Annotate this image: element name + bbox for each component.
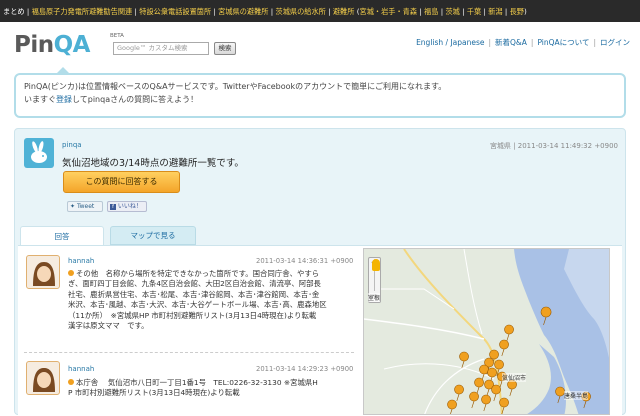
map-label-murone: 室根	[368, 293, 381, 302]
language-switch-link[interactable]: English / Japanese	[416, 38, 484, 47]
pinqa-logo[interactable]: PinQA	[14, 32, 90, 58]
search-input[interactable]: Google™ カスタム検索	[113, 42, 209, 55]
tab-answers[interactable]: 回答	[20, 226, 104, 246]
register-link[interactable]: 登録	[56, 95, 72, 104]
answer-author[interactable]: hannah	[68, 365, 94, 373]
answer-line: P 市町村別避難所リスト(3月13日4時現在)より転載	[68, 388, 240, 398]
answer-line: 米沢、本吉･風越、本吉･大沢、本吉･大谷ゲートボール場、本吉･高、鹿森地区	[68, 300, 327, 310]
avatar[interactable]	[26, 361, 60, 395]
link-ibaraki-water[interactable]: 茨城県の給水所	[276, 7, 326, 16]
map-pin-icon	[68, 379, 74, 385]
map-label-kesennuma: 気仙沼市	[502, 373, 527, 382]
link-miyagi-shelters[interactable]: 宮城県の避難所	[218, 7, 268, 16]
answer-timestamp: 2011-03-14 14:29:23 +0900	[256, 365, 354, 373]
intro-line-1: PinQA(ピンカ)は位置情報ベースのQ&Aサービスです。TwitterやFac…	[24, 82, 447, 91]
answer-line: 漢字は原文ママ です。	[68, 321, 149, 331]
rabbit-icon	[31, 141, 47, 163]
avatar[interactable]	[26, 255, 60, 289]
announcement-bar: まとめ | 福島原子力発電所避難勧告関連 | 特設公衆電話設置箇所 | 宮城県の…	[0, 0, 640, 22]
link-fukushima-evacuation[interactable]: 福島原子力発電所避難勧告関連	[32, 7, 133, 16]
answer-line: ぎ、面町四丁目会館、九条4区自治会館、大田2区自治会館、清流亭、阿部長	[68, 279, 321, 289]
intro-line-2: いますぐ登録してpinqaさんの質問に答えよう！	[24, 95, 199, 104]
twitter-bird-icon: ✦	[70, 203, 76, 210]
question-meta: 宮城県 | 2011-03-14 11:49:32 +0900	[489, 142, 618, 150]
link-special-phones[interactable]: 特設公衆電話設置箇所	[139, 7, 211, 16]
announcement-lead: まとめ	[3, 7, 25, 16]
facebook-like-button[interactable]: f いいね！	[107, 201, 147, 212]
user-face-icon	[33, 368, 55, 392]
facebook-icon: f	[110, 204, 116, 210]
answer-question-button[interactable]: この質問に回答する	[63, 171, 180, 193]
link-region-niigata[interactable]: 新潟	[488, 7, 502, 16]
answer-timestamp: 2011-03-14 14:36:31 +0900	[256, 257, 354, 265]
answer-line: 社宅、鹿折県営住宅、本吉･松尾、本吉･津谷館岡、本吉･津谷館岡、本吉･金	[68, 289, 320, 299]
question-title: 気仙沼地域の3/14時点の避難所一覧です。	[62, 158, 244, 169]
link-region-nagano[interactable]: 長野	[510, 7, 524, 16]
new-qa-link[interactable]: 新着Q&A	[495, 38, 527, 47]
pinqa-avatar[interactable]	[24, 138, 54, 168]
street-view-pegman-icon[interactable]	[372, 259, 380, 271]
beta-label: BETA	[110, 33, 124, 39]
about-link[interactable]: PinQAについて	[537, 38, 589, 47]
header-nav: English / Japanese | 新着Q&A | PinQAについて | ログイン	[416, 38, 630, 47]
map-label-karakuwa: 唐桑半島	[564, 391, 589, 400]
link-region-fukushima[interactable]: 福島	[424, 7, 438, 16]
answer-line: 本庁舎 気仙沼市八日町一丁目1番1号 TEL:0226-32-3130 ※宮城県…	[68, 378, 358, 388]
answer-author[interactable]: hannah	[68, 257, 94, 265]
answer-line: （11か所） ※宮城県HP 市町村別避難所リスト(3月13日4時現在)より転載	[68, 310, 317, 320]
answer-body: 本庁舎 気仙沼市八日町一丁目1番1号 TEL:0226-32-3130 ※宮城県…	[68, 378, 358, 399]
link-region-ibaraki[interactable]: 茨城	[445, 7, 459, 16]
answer-divider	[24, 352, 354, 353]
login-link[interactable]: ログイン	[600, 38, 630, 47]
link-region-miyagi[interactable]: 宮城・岩手・青森	[360, 7, 418, 16]
intro-message: PinQA(ピンカ)は位置情報ベースのQ&Aサービスです。TwitterやFac…	[14, 67, 626, 118]
question-author[interactable]: pinqa	[62, 141, 82, 149]
map-pin-icon	[68, 270, 74, 276]
user-face-icon	[33, 262, 55, 286]
tweet-button[interactable]: ✦ Tweet	[67, 201, 103, 212]
answer-body: その他 名称から場所を特定できなかった箇所です。国合同庁舎、やすら ぎ、面町四丁…	[68, 269, 358, 331]
link-shelters[interactable]: 避難所	[333, 7, 355, 16]
link-region-chiba[interactable]: 千葉	[467, 7, 481, 16]
search-button[interactable]: 検索	[214, 42, 236, 55]
tab-map-view[interactable]: マップで見る	[110, 226, 196, 245]
shelter-map[interactable]: + − 室根 気仙沼市 唐桑半島	[363, 248, 610, 415]
answer-line: その他 名称から場所を特定できなかった箇所です。国合同庁舎、やすら	[68, 269, 358, 279]
